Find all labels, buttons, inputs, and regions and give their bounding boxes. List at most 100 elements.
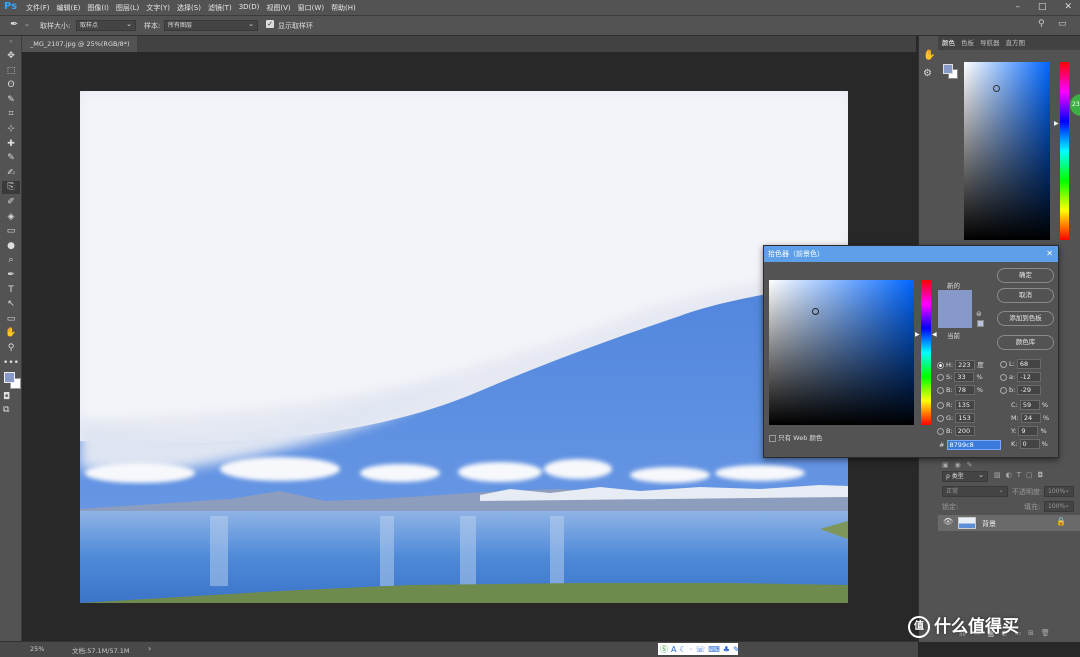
- green-radio[interactable]: [937, 414, 944, 422]
- yellow-input[interactable]: 9: [1018, 426, 1039, 436]
- document-tab[interactable]: _MG_2107.jpg @ 25%(RGB/8*) ×: [22, 36, 137, 64]
- gradient-tool-icon[interactable]: ◈: [2, 211, 20, 224]
- toolbar-grip[interactable]: »: [0, 38, 22, 45]
- filter-type-icon[interactable]: T: [1017, 471, 1021, 479]
- layer-row[interactable]: 👁 背景 🔒: [938, 515, 1080, 531]
- hue-slider-arrow[interactable]: ▶: [1054, 120, 1059, 127]
- brightness-radio[interactable]: [937, 386, 944, 394]
- blue-radio[interactable]: [937, 427, 944, 435]
- search-icon[interactable]: ⚲: [1038, 19, 1045, 29]
- eyedropper-tool-icon[interactable]: ⊹: [2, 123, 20, 136]
- saturation-brightness-field[interactable]: [769, 280, 914, 425]
- history-icon[interactable]: ✋: [923, 50, 935, 61]
- menu-item[interactable]: 编辑(E): [57, 3, 81, 13]
- tab-navigator[interactable]: 导航器: [980, 36, 1000, 50]
- field-marker[interactable]: [812, 308, 819, 315]
- hand-tool-icon[interactable]: ✋: [2, 327, 20, 340]
- eyedropper-icon[interactable]: ✒: [10, 19, 18, 30]
- visibility-eye-icon[interactable]: 👁: [943, 517, 953, 526]
- filter-shape-icon[interactable]: ▢: [1026, 471, 1033, 479]
- trash-icon[interactable]: 🗑: [1041, 629, 1050, 637]
- lab-b-radio[interactable]: [1000, 386, 1007, 394]
- new-layer-icon[interactable]: ⊞: [1028, 629, 1034, 637]
- menu-item[interactable]: 图像(I): [87, 3, 109, 13]
- brush-tool-icon[interactable]: ✎: [2, 152, 20, 165]
- add-to-swatches-button[interactable]: 添加到色板: [997, 311, 1054, 326]
- blue-input[interactable]: 200: [954, 426, 975, 436]
- panel-foreground-swatch[interactable]: [943, 64, 953, 74]
- crop-tool-icon[interactable]: ⌗: [2, 108, 20, 121]
- layer-name[interactable]: 背景: [982, 519, 996, 529]
- maximize-button[interactable]: □: [1038, 2, 1047, 12]
- black-input[interactable]: 0: [1019, 439, 1040, 449]
- sample-select[interactable]: 所有图层: [164, 19, 258, 31]
- green-input[interactable]: 153: [955, 413, 976, 423]
- path-select-icon[interactable]: ↖: [2, 298, 20, 311]
- menu-item[interactable]: 滤镜(T): [208, 3, 232, 13]
- lab-a-input[interactable]: -12: [1017, 372, 1042, 382]
- brightness-input[interactable]: 78: [954, 385, 975, 395]
- ime-logo-icon[interactable]: Ⓢ: [660, 644, 668, 655]
- lab-l-radio[interactable]: [1000, 360, 1007, 368]
- blend-mode-select[interactable]: 正常: [942, 485, 1008, 497]
- hue-right-arrow[interactable]: ◀: [932, 331, 937, 338]
- healing-brush-icon[interactable]: ✚: [2, 138, 20, 151]
- menu-item[interactable]: 图层(L): [116, 3, 139, 13]
- more-tools-icon[interactable]: •••: [2, 357, 20, 370]
- magic-wand-icon[interactable]: ✎: [2, 94, 20, 107]
- ime-tools-icon[interactable]: ✎: [733, 645, 740, 654]
- layers-tab-icon[interactable]: ▣: [942, 461, 949, 469]
- menu-item[interactable]: 选择(S): [177, 3, 201, 13]
- status-menu-arrow[interactable]: ›: [148, 644, 151, 653]
- dialog-close-button[interactable]: ✕: [1046, 246, 1053, 262]
- clone-stamp-icon[interactable]: ✍: [2, 167, 20, 180]
- dialog-titlebar[interactable]: 拾色器（前景色） ✕: [764, 246, 1058, 262]
- menu-item[interactable]: 文字(Y): [146, 3, 170, 13]
- marquee-tool-icon[interactable]: ⬚: [2, 65, 20, 78]
- properties-icon[interactable]: ⚙: [923, 68, 932, 79]
- filter-smart-icon[interactable]: ◘: [1038, 471, 1044, 479]
- ime-punct-icon[interactable]: ☾: [679, 645, 686, 654]
- web-only-option[interactable]: 只有 Web 颜色: [769, 432, 822, 442]
- web-safe-swatch[interactable]: [977, 320, 984, 327]
- history-brush-icon[interactable]: ⎘: [2, 181, 20, 195]
- minimize-button[interactable]: –: [1015, 2, 1020, 12]
- ime-dot-icon[interactable]: ·: [690, 645, 693, 654]
- menu-item[interactable]: 3D(D): [239, 3, 260, 13]
- ime-keyboard-icon[interactable]: ⌨: [708, 645, 720, 654]
- red-radio[interactable]: [937, 401, 944, 409]
- web-only-checkbox[interactable]: [769, 434, 776, 442]
- ime-toolbar[interactable]: Ⓢ A ☾ · ☏ ⌨ ♣ ✎: [658, 643, 740, 655]
- cancel-button[interactable]: 取消: [997, 288, 1054, 303]
- menu-item[interactable]: 文件(F): [26, 3, 50, 13]
- screen-mode-icon[interactable]: ⧉: [3, 405, 9, 415]
- hue-input[interactable]: 223: [955, 360, 976, 370]
- lab-b-input[interactable]: -29: [1017, 385, 1042, 395]
- color-libraries-button[interactable]: 颜色库: [997, 335, 1054, 350]
- shape-tool-icon[interactable]: ▭: [2, 313, 20, 326]
- channels-tab-icon[interactable]: ◉: [955, 461, 961, 469]
- hue-slider[interactable]: [1060, 62, 1069, 240]
- color-field-marker[interactable]: [993, 85, 1000, 92]
- type-tool-icon[interactable]: T: [2, 284, 20, 297]
- red-input[interactable]: 135: [954, 400, 975, 410]
- saturation-radio[interactable]: [937, 373, 944, 381]
- filter-pixel-icon[interactable]: ▨: [994, 471, 1001, 479]
- lab-l-input[interactable]: 68: [1016, 359, 1041, 369]
- tab-swatches[interactable]: 色板: [961, 36, 974, 50]
- cyan-input[interactable]: 59: [1019, 400, 1040, 410]
- magenta-input[interactable]: 24: [1020, 413, 1041, 423]
- close-window-button[interactable]: ✕: [1064, 2, 1072, 12]
- eraser-icon[interactable]: ✐: [2, 196, 20, 209]
- move-tool-icon[interactable]: ✥: [2, 50, 20, 63]
- tab-color[interactable]: 颜色: [942, 36, 955, 50]
- saturation-input[interactable]: 33: [954, 372, 975, 382]
- filter-adjust-icon[interactable]: ◐: [1006, 471, 1012, 479]
- ime-skin-icon[interactable]: ♣: [723, 645, 730, 654]
- menu-item[interactable]: 窗口(W): [298, 3, 324, 13]
- opacity-input[interactable]: 100%: [1044, 485, 1074, 497]
- layer-filter-select[interactable]: ρ 类型: [942, 470, 988, 482]
- hue-strip[interactable]: [921, 280, 931, 425]
- ime-voice-icon[interactable]: ☏: [695, 645, 705, 654]
- menu-item[interactable]: 帮助(H): [331, 3, 356, 13]
